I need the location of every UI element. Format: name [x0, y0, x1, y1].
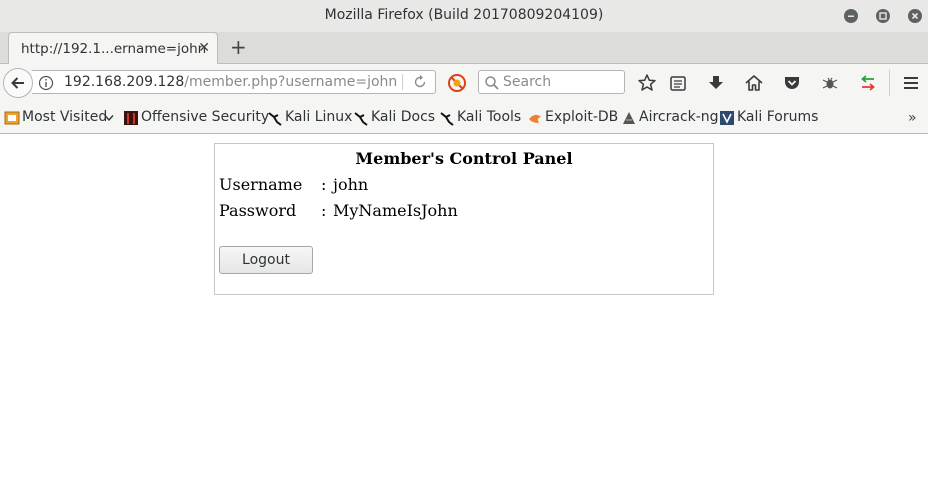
- reading-list-icon[interactable]: [668, 73, 688, 93]
- window-titlebar: Mozilla Firefox (Build 20170809204109): [0, 0, 928, 32]
- toolbar-separator: [889, 70, 890, 96]
- aircrack-icon: [623, 112, 635, 124]
- url-separator: [402, 74, 403, 90]
- bookmark-label: Offensive Security: [141, 109, 270, 125]
- bookmark-label: Kali Tools: [457, 109, 522, 125]
- minimize-button[interactable]: [844, 9, 858, 23]
- search-placeholder: Search: [503, 74, 552, 90]
- bookmark-label: Kali Linux: [285, 109, 353, 125]
- tab-strip: http://192.1...ername=john ✕ +: [0, 32, 928, 65]
- url-bar[interactable]: 192.168.209.128/member.php?username=john: [32, 70, 436, 94]
- close-window-button[interactable]: [908, 9, 922, 23]
- bookmarks-overflow-chevron-icon[interactable]: »: [908, 110, 917, 126]
- kali-forums-icon: [720, 111, 734, 125]
- username-value: john: [333, 175, 369, 194]
- downloads-icon[interactable]: [706, 73, 726, 93]
- new-tab-plus-icon[interactable]: +: [230, 37, 247, 57]
- bookmarks-toolbar: Most Visited Offensive Security Kali Lin…: [0, 102, 928, 134]
- password-value: MyNameIsJohn: [333, 201, 458, 220]
- back-arrow-icon: [11, 77, 24, 89]
- url-host: 192.168.209.128: [64, 74, 185, 90]
- bookmark-most-visited[interactable]: Most Visited: [4, 109, 116, 127]
- bookmark-star-icon[interactable]: [637, 73, 657, 93]
- bookmark-label: Kali Docs: [371, 109, 436, 125]
- bookmark-label: Aircrack-ng: [639, 109, 719, 125]
- kali-dragon-icon: [354, 112, 368, 126]
- offensive-security-icon: [124, 111, 138, 125]
- member-control-panel: Member's Control Panel Username : john P…: [214, 143, 714, 295]
- tab-close-icon[interactable]: ✕: [198, 40, 210, 56]
- navigation-toolbar: 192.168.209.128/member.php?username=john…: [0, 64, 928, 102]
- chevron-down-icon: [104, 115, 114, 122]
- back-button[interactable]: [3, 68, 33, 98]
- username-colon: :: [321, 175, 327, 194]
- hamburger-menu-icon[interactable]: [901, 73, 921, 93]
- reload-icon[interactable]: [412, 74, 428, 90]
- password-colon: :: [321, 201, 327, 220]
- logout-button[interactable]: Logout: [219, 246, 313, 274]
- search-icon: [485, 76, 499, 90]
- close-icon: [911, 12, 919, 20]
- tab-member-page[interactable]: http://192.1...ername=john ✕: [8, 32, 218, 65]
- panel-title: Member's Control Panel: [355, 149, 573, 168]
- home-icon[interactable]: [744, 73, 764, 93]
- most-visited-icon: [4, 111, 20, 125]
- url-path: /member.php?username=john: [184, 74, 398, 90]
- bookmark-label: Kali Forums: [737, 109, 819, 125]
- maximize-button[interactable]: [876, 9, 890, 23]
- kali-dragon-icon: [440, 112, 454, 126]
- username-label: Username: [219, 175, 303, 194]
- bookmark-label: Exploit-DB: [545, 109, 619, 125]
- search-bar[interactable]: Search: [478, 70, 625, 94]
- extension-bug-icon[interactable]: [820, 73, 840, 93]
- tab-title: http://192.1...ername=john: [21, 41, 207, 57]
- minimize-icon: [848, 15, 854, 17]
- bookmark-label: Most Visited: [22, 109, 108, 125]
- info-icon[interactable]: [38, 75, 54, 91]
- proxy-switch-icon[interactable]: [858, 73, 878, 93]
- blocked-addon-icon[interactable]: [447, 73, 467, 93]
- password-label: Password: [219, 201, 297, 220]
- kali-dragon-icon: [268, 112, 282, 126]
- url-text[interactable]: 192.168.209.128/member.php?username=john: [64, 74, 397, 90]
- window-title: Mozilla Firefox (Build 20170809204109): [324, 7, 604, 23]
- exploit-db-icon: [529, 114, 541, 123]
- maximize-icon: [879, 12, 887, 20]
- pocket-icon[interactable]: [782, 73, 802, 93]
